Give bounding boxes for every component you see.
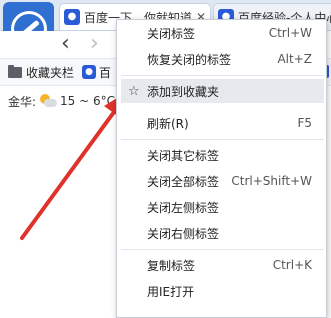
menu-item-refresh[interactable]: 刷新(R) F5	[121, 111, 324, 135]
menu-item-label: 关闭右侧标签	[147, 226, 220, 241]
back-arrow-icon[interactable]: ‹	[61, 33, 70, 55]
menu-item-label: 关闭全部标签	[147, 174, 220, 189]
menu-item-shortcut: Ctrl+Shift+W	[231, 174, 312, 188]
menu-item-close-right-tabs[interactable]: 关闭右侧标签	[121, 221, 324, 245]
folder-icon	[8, 64, 22, 78]
weather-city: 金华:	[8, 94, 37, 109]
star-icon: ☆	[128, 83, 140, 99]
menu-separator	[121, 139, 324, 140]
menu-item-label: 关闭标签	[147, 26, 196, 41]
menu-item-shortcut: Alt+Z	[277, 52, 312, 66]
menu-item-shortcut: Ctrl+K	[272, 258, 312, 272]
menu-item-close-other-tabs[interactable]: 关闭其它标签	[121, 143, 324, 167]
forward-arrow-icon[interactable]: ›	[90, 33, 99, 55]
menu-item-close-tab[interactable]: 关闭标签 Ctrl+W	[121, 21, 324, 45]
menu-item-label: 关闭其它标签	[147, 148, 220, 163]
menu-item-restore-closed-tab[interactable]: 恢复关闭的标签 Alt+Z	[121, 47, 324, 71]
tab-context-menu: 关闭标签 Ctrl+W 恢复关闭的标签 Alt+Z ☆ 添加到收藏夹 刷新(R)…	[116, 19, 327, 318]
paw-icon: ●	[82, 65, 97, 79]
partly-cloudy-icon	[38, 93, 58, 109]
menu-item-shortcut: Ctrl+W	[268, 26, 312, 40]
menu-item-label: 刷新(R)	[147, 116, 189, 131]
menu-item-close-left-tabs[interactable]: 关闭左侧标签	[121, 195, 324, 219]
menu-separator	[121, 249, 324, 250]
menu-item-label: 添加到收藏夹	[147, 84, 220, 99]
paw-icon: ●	[64, 9, 80, 25]
favorites-folder-label[interactable]: 收藏夹栏	[26, 64, 74, 81]
favorite-item[interactable]: 百	[99, 64, 111, 81]
menu-separator	[121, 75, 324, 76]
menu-item-open-in-ie[interactable]: 用IE打开	[121, 279, 324, 303]
menu-item-close-all-tabs[interactable]: 关闭全部标签 Ctrl+Shift+W	[121, 169, 324, 193]
menu-item-duplicate-tab[interactable]: 复制标签 Ctrl+K	[121, 253, 324, 277]
menu-item-shortcut: F5	[297, 116, 312, 130]
menu-item-label: 恢复关闭的标签	[147, 52, 232, 67]
menu-item-label: 关闭左侧标签	[147, 200, 220, 215]
menu-item-label: 复制标签	[147, 258, 196, 273]
menu-item-label: 用IE打开	[147, 284, 195, 299]
menu-item-add-to-favorites[interactable]: ☆ 添加到收藏夹	[121, 79, 324, 103]
weather-temp: 15 ~ 6°C	[60, 94, 116, 108]
